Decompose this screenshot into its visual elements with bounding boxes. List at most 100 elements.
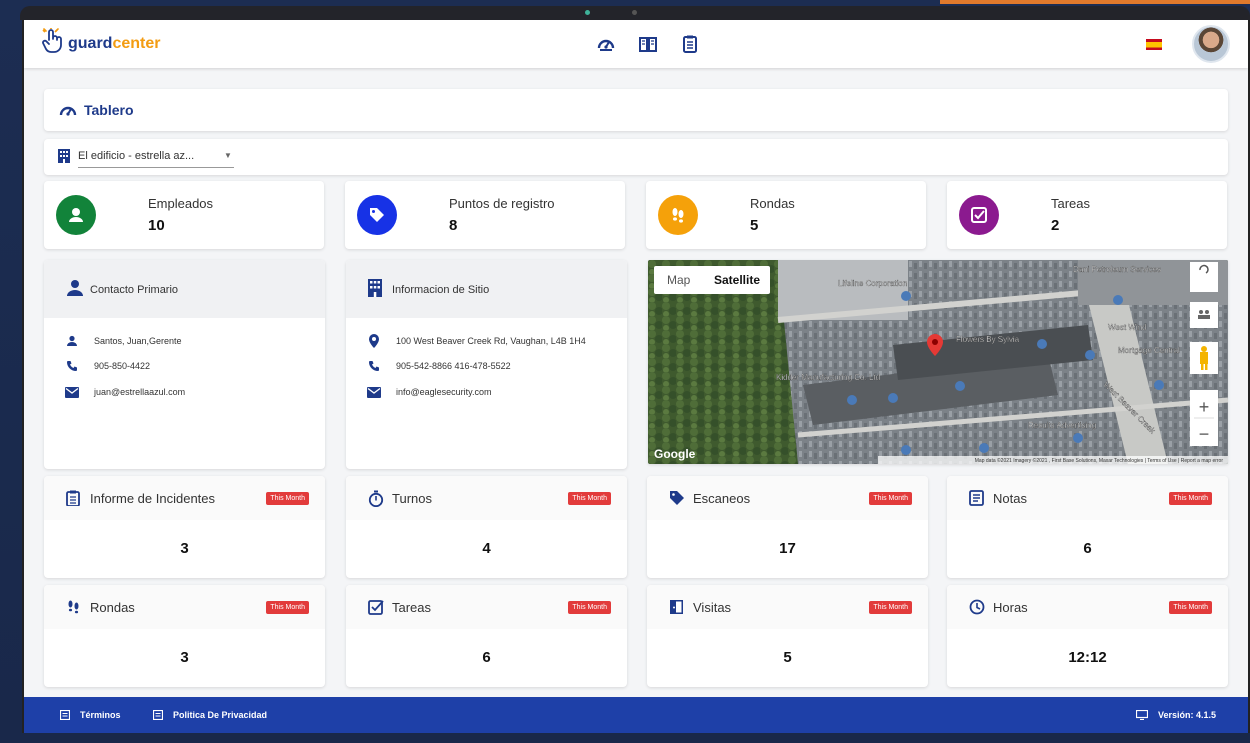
site-address-row: 100 West Beaver Creek Rd, Vaughan, L4B 1… (366, 334, 586, 348)
stat-card-tasks[interactable]: Tareas 2 (947, 181, 1227, 249)
footsteps-icon (658, 195, 698, 235)
contact-phone-row: 905-850-4422 (64, 359, 150, 373)
contact-name: Santos, Juan,Gerente (94, 336, 182, 346)
metric-card-rounds[interactable]: Rondas This Month 3 (44, 585, 325, 687)
metric-header: Escaneos This Month (647, 476, 928, 520)
metric-card-scans[interactable]: Escaneos This Month 17 (647, 476, 928, 578)
phone-icon (64, 359, 80, 373)
building-selector[interactable]: El edificio - estrella az... ▼ (44, 139, 1228, 175)
metric-value: 17 (779, 540, 796, 557)
footer-privacy-label: Politica De Privacidad (173, 710, 268, 720)
metric-value: 3 (180, 649, 189, 666)
period-badge: This Month (1169, 492, 1212, 505)
footer-version: Versión: 4.1.5 (1136, 710, 1216, 720)
stat-card-checkpoints[interactable]: Puntos de registro 8 (345, 181, 625, 249)
site-email-row: info@eaglesecurity.com (366, 385, 492, 399)
language-flag-icon[interactable] (1146, 39, 1162, 50)
stat-card-employees[interactable]: Empleados 10 (44, 181, 324, 249)
metric-label: Tareas (392, 600, 432, 615)
person-icon (67, 280, 83, 296)
metric-card-incidents[interactable]: Informe de Incidentes This Month 3 (44, 476, 325, 578)
mail-icon (64, 385, 80, 399)
stat-value: 2 (1051, 217, 1060, 234)
book-icon[interactable] (638, 34, 658, 54)
stat-card-rounds[interactable]: Rondas 5 (646, 181, 926, 249)
user-avatar[interactable] (1192, 25, 1230, 63)
phone-icon (366, 359, 382, 373)
site-phone-row: 905-542-8866 416-478-5522 (366, 359, 511, 373)
period-badge: This Month (266, 492, 309, 505)
document-icon (60, 710, 70, 720)
card-header: Informacion de Sitio (346, 260, 627, 318)
site-info-card: Informacion de Sitio 100 West Beaver Cre… (346, 260, 627, 469)
metric-value: 3 (180, 540, 189, 557)
stat-label: Empleados (148, 196, 214, 211)
clock-icon (969, 599, 985, 615)
select-underline (78, 167, 234, 168)
metric-value: 4 (482, 540, 491, 557)
stat-label: Rondas (750, 196, 795, 211)
metric-header: Tareas This Month (346, 585, 627, 629)
building-select-value: El edificio - estrella az... (78, 150, 195, 162)
top-nav (596, 34, 700, 54)
map-label: Lifeline Corporation (838, 279, 907, 288)
page-title-card: Tablero (44, 89, 1228, 131)
contact-email-row: juan@estrellaazul.com (64, 385, 185, 399)
clipboard-icon[interactable] (680, 34, 700, 54)
map-attribution[interactable]: Map data ©2021 Imagery ©2021 , First Bas… (975, 457, 1224, 464)
app-screen: guardcenter Tablero El edificio - estrel… (22, 20, 1250, 733)
metric-value: 5 (783, 649, 792, 666)
stat-label: Puntos de registro (449, 196, 555, 211)
metric-card-notes[interactable]: Notas This Month 6 (947, 476, 1228, 578)
site-email[interactable]: info@eaglesecurity.com (396, 387, 492, 397)
footer-terms-link[interactable]: Términos (60, 710, 121, 720)
app-logo[interactable]: guardcenter (40, 28, 160, 54)
map-tab-map[interactable]: Map (667, 273, 691, 287)
zoom-out-button[interactable]: − (1199, 424, 1210, 444)
zoom-in-button[interactable]: + (1199, 397, 1210, 417)
monitor-icon (1136, 710, 1148, 720)
stat-value: 5 (750, 217, 759, 234)
door-icon (670, 600, 683, 614)
tag-icon (670, 491, 684, 505)
metric-header: Visitas This Month (647, 585, 928, 629)
logo-text-center: center (112, 35, 161, 52)
metric-card-tasks[interactable]: Tareas This Month 6 (346, 585, 627, 687)
dashboard-icon[interactable] (596, 34, 616, 54)
hand-pointer-icon (42, 28, 62, 53)
metric-label: Notas (993, 491, 1027, 506)
stat-value: 10 (148, 217, 165, 234)
site-phone[interactable]: 905-542-8866 416-478-5522 (396, 361, 511, 371)
site-map[interactable]: Lifeline Corporation Dani Petroleum Serv… (648, 260, 1228, 464)
checkbox-icon (368, 600, 384, 615)
stat-label: Tareas (1051, 196, 1091, 211)
map-tab-satellite[interactable]: Satellite (714, 273, 760, 287)
period-badge: This Month (1169, 601, 1212, 614)
metric-header: Rondas This Month (44, 585, 325, 629)
document-icon (153, 710, 163, 720)
logo-text-guard: guard (68, 35, 113, 52)
contact-phone[interactable]: 905-850-4422 (94, 361, 150, 371)
contact-email[interactable]: juan@estrellaazul.com (94, 387, 185, 397)
metric-label: Turnos (392, 491, 432, 506)
metric-card-hours[interactable]: Horas This Month 12:12 (947, 585, 1228, 687)
metric-header: Informe de Incidentes This Month (44, 476, 325, 520)
card-header: Contacto Primario (44, 260, 325, 318)
stat-value: 8 (449, 217, 458, 234)
metric-card-shifts[interactable]: Turnos This Month 4 (346, 476, 627, 578)
metric-card-visits[interactable]: Visitas This Month 5 (647, 585, 928, 687)
metric-label: Visitas (693, 600, 732, 615)
map-pin-icon (366, 334, 382, 348)
building-icon (368, 279, 382, 297)
satellite-map-image[interactable]: Lifeline Corporation Dani Petroleum Serv… (648, 260, 1228, 464)
period-badge: This Month (266, 601, 309, 614)
card-title: Contacto Primario (90, 284, 179, 296)
metric-label: Horas (993, 600, 1028, 615)
sensor-dot (632, 10, 637, 15)
footer-privacy-link[interactable]: Politica De Privacidad (153, 710, 267, 720)
stopwatch-icon (368, 490, 384, 507)
chevron-down-icon[interactable]: ▼ (224, 151, 232, 160)
footer-version-label: Versión: 4.1.5 (1158, 710, 1217, 720)
footer-bar: Términos Politica De Privacidad Versión:… (24, 697, 1248, 733)
period-badge: This Month (568, 601, 611, 614)
